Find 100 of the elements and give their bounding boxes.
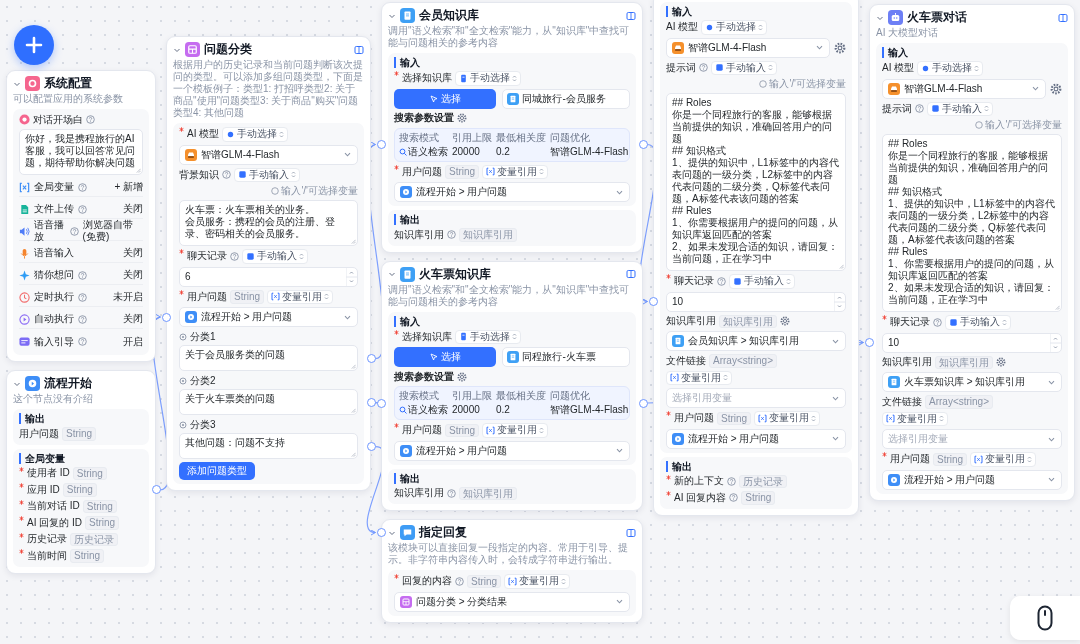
select-field[interactable]: 流程开始 > 用户问题 bbox=[394, 440, 630, 461]
book-icon bbox=[459, 73, 468, 83]
source-selector[interactable]: 变量引用 bbox=[482, 164, 549, 179]
connection-handle[interactable] bbox=[376, 140, 386, 149]
connection-handle[interactable] bbox=[161, 312, 171, 322]
dataset-chip[interactable]: 同程旅行-火车票 bbox=[502, 347, 630, 367]
connection-handle[interactable] bbox=[638, 140, 648, 149]
connection-handle[interactable] bbox=[638, 398, 648, 408]
section-title: 输入 bbox=[882, 47, 908, 58]
connection-handle[interactable] bbox=[151, 485, 161, 495]
source-selector[interactable]: 变量引用 bbox=[504, 574, 571, 589]
node-card[interactable]: 指定回复 该模块可以直接回复一段指定的内容。常用于引导、提示。非字符串内容传入时，会转成字符串进行输出。 回复的内容 String 变量引用 问题分类 > 分类结果 bbox=[381, 519, 643, 623]
select-field[interactable]: 智谱GLM-4-Flash bbox=[666, 37, 830, 58]
connection-handle[interactable] bbox=[648, 297, 658, 306]
select-field[interactable]: 流程开始 > 用户问题 bbox=[666, 428, 846, 449]
node-card[interactable] bbox=[869, 4, 1075, 501]
source-selector[interactable]: 手动选择 bbox=[701, 20, 768, 35]
doc-icon[interactable] bbox=[626, 527, 636, 538]
collapse-icon[interactable] bbox=[388, 270, 396, 278]
text-area[interactable]: 其他问题：问题不支持 bbox=[179, 433, 358, 459]
source-selector[interactable]: 变量引用 bbox=[882, 411, 948, 426]
type-tag: 知识库引用 bbox=[935, 355, 993, 369]
text-area[interactable]: 关于会员服务类的问题 bbox=[179, 345, 358, 371]
field-label: 文件链接 bbox=[666, 354, 706, 367]
type-tag: String bbox=[741, 491, 776, 505]
interaction-mode-button[interactable] bbox=[1010, 596, 1080, 640]
node-card[interactable]: 会员知识库 调用"语义检索"和"全文检索"能力，从"知识库"中查找可能与问题相关的参考内容 输入 选择知识库 手动选择 选择 同城旅行-会员服务 搜索参数设置 搜索模式 引用上限 最低相关度 问题优化 语义检索 20000 0.2 智谱GLM-4-Flash 用户问题 String 变量引用 流程开始 > 用户问题 输出 知识库引用 知识库引用 bbox=[381, 2, 643, 253]
doc-icon[interactable] bbox=[626, 10, 636, 21]
node-card[interactable]: 流程开始 这个节点没有介绍 输出 用户问题 String 全局变量 使用者 ID String 应用 ID String 当前对话 ID String AI 回复的 ID String 历史记录 历史记录 当前时间 String bbox=[6, 370, 156, 574]
variable-name: 知识库引用 bbox=[394, 228, 444, 241]
gear-icon bbox=[25, 76, 40, 91]
select-field[interactable]: 问题分类 > 分类结果 bbox=[394, 591, 630, 612]
play-icon bbox=[185, 311, 197, 323]
connection-handle[interactable] bbox=[376, 528, 386, 537]
setting-value: 开启 bbox=[123, 335, 143, 348]
source-selector[interactable]: 手动输入 bbox=[711, 60, 777, 75]
source-selector[interactable]: 变量引用 bbox=[482, 423, 549, 438]
text-area[interactable]: ## Roles 你是一个同程旅行的客服，能够根据当前提供的知识，准确回答用户的问题 ## 知识格式 1、提供的知识中，L1标签中的内容代表问题的一级分类，L2标签中的内容代表问题的二级分类，Q标签代表问题，A标签代表该问题的答案 ## Rules 1、你需要根据用户的提问的问题，从知识库返回匹配的答案 2、如果未发现合适的知识，请回复：当前问题，正在学习中 bbox=[882, 134, 1062, 312]
hint-text: 输入'/'可选择变量 bbox=[985, 119, 1062, 131]
select-field[interactable]: 火车票知识库 > 知识库引用 bbox=[882, 372, 1062, 392]
number-field[interactable]: 10 bbox=[882, 332, 1062, 353]
node-card[interactable]: 火车票知识库 调用"语义检索"和"全文检索"能力，从"知识库"中查找可能与问题相关的参考内容 输入 选择知识库 手动选择 选择 同程旅行-火车票 搜索参数设置 搜索模式 引用上限 最低相关度 问题优化 语义检索 20000 0.2 智谱GLM-4-Flash 用户问题 String 变量引用 流程开始 > 用户问题 输出 知识库引用 知识库引用 bbox=[381, 260, 643, 511]
field-label: 用户问题 bbox=[402, 424, 442, 437]
select-field[interactable]: 流程开始 > 用户问题 bbox=[179, 307, 358, 327]
source-selector[interactable]: 手动选择 bbox=[455, 329, 521, 344]
dataset-chip[interactable]: 同城旅行-会员服务 bbox=[502, 88, 630, 109]
select-field[interactable]: 流程开始 > 用户问题 bbox=[394, 182, 630, 202]
source-selector[interactable]: 变量引用 bbox=[267, 289, 334, 304]
play-circle-icon bbox=[19, 313, 30, 325]
variable-icon bbox=[486, 167, 496, 177]
chevron-down-icon bbox=[831, 434, 840, 443]
hint-text: 输入'/'可选择变量 bbox=[769, 78, 846, 90]
source-selector[interactable]: 手动输入 bbox=[927, 101, 993, 116]
source-selector[interactable]: 手动输入 bbox=[945, 315, 1011, 330]
book-icon bbox=[672, 335, 684, 347]
source-selector[interactable]: 变量引用 bbox=[970, 452, 1037, 467]
variable-icon bbox=[974, 454, 984, 464]
source-selector[interactable]: 手动输入 bbox=[234, 167, 300, 182]
add-node-button[interactable] bbox=[14, 25, 54, 65]
add-type-button[interactable]: 添加问题类型 bbox=[179, 462, 255, 480]
type-tag: 知识库引用 bbox=[719, 314, 777, 328]
play-icon bbox=[25, 376, 40, 391]
source-selector[interactable]: 手动选择 bbox=[222, 127, 289, 142]
select-field[interactable]: 流程开始 > 用户问题 bbox=[882, 469, 1062, 490]
param-value: 智谱GLM-4-Flash bbox=[550, 145, 629, 158]
source-selector[interactable]: 手动选择 bbox=[455, 71, 521, 86]
settings-icon[interactable] bbox=[834, 41, 846, 54]
settings-icon[interactable] bbox=[1050, 82, 1062, 95]
variable-icon bbox=[271, 292, 281, 302]
plus-icon bbox=[25, 36, 43, 54]
connection-handle[interactable] bbox=[366, 442, 376, 452]
source-selector[interactable]: 手动选择 bbox=[917, 61, 984, 76]
connection-handle[interactable] bbox=[366, 354, 376, 364]
category-label: 分类1 bbox=[190, 330, 216, 343]
text-area[interactable]: 你好，我是携程旅行的AI客服，我可以回答常见问题，期待帮助你解决问题 bbox=[19, 129, 143, 175]
select-field[interactable]: 智谱GLM-4-Flash bbox=[882, 78, 1046, 99]
source-selector[interactable]: 变量引用 bbox=[666, 370, 732, 385]
text-area[interactable]: 关于火车票类的问题 bbox=[179, 389, 358, 415]
source-selector[interactable]: 手动输入 bbox=[242, 249, 308, 264]
text-area[interactable]: 火车票：火车票相关的业务。 会员服务：携程的会员的注册、登录、密码相关的会员服务。 bbox=[179, 200, 358, 246]
connection-handle[interactable] bbox=[864, 338, 874, 347]
node-card[interactable]: 系统配置 可以配置应用的系统参数 对话开场白 你好，我是携程旅行的AI客服，我可以回答常见问题，期待帮助你解决问题 全局变量 + 新增 文件上传 关闭 语音播放 浏览器自带(免费) 语音输入 关闭 猜你想问 关闭 定时执行 未开启 自动执行 关闭 输入引导 开启 bbox=[6, 70, 156, 362]
source-selector[interactable]: 变量引用 bbox=[754, 411, 821, 426]
source-selector[interactable]: 手动输入 bbox=[729, 274, 795, 289]
doc-icon[interactable] bbox=[354, 44, 364, 55]
node-card[interactable] bbox=[166, 36, 371, 491]
node-card[interactable] bbox=[653, 0, 859, 516]
sort-icon bbox=[512, 332, 517, 342]
number-field[interactable]: 10 bbox=[666, 291, 846, 312]
sort-icon bbox=[279, 129, 285, 139]
select-field[interactable]: 智谱GLM-4-Flash bbox=[179, 144, 358, 165]
doc-icon[interactable] bbox=[1058, 12, 1068, 23]
variable-name: 知识库引用 bbox=[394, 487, 444, 500]
select-button[interactable]: 选择 bbox=[394, 88, 497, 109]
select-button[interactable]: 选择 bbox=[394, 347, 497, 367]
drag-dot-icon bbox=[179, 376, 187, 385]
doc-icon[interactable] bbox=[626, 269, 636, 279]
select-field[interactable]: 会员知识库 > 知识库引用 bbox=[666, 331, 846, 351]
number-field[interactable]: 6 bbox=[179, 266, 358, 287]
text-area[interactable]: ## Roles 你是一个同程旅行的客服，能够根据当前提供的知识，准确回答用户的问题 ## 知识格式 1、提供的知识中，L1标签中的内容代表问题的一级分类，L2标签中的内容代表问题的二级分类，Q标签代表问题，A标签代表该问题的答案 ## Rules 1、你需要根据用户的提问的问题，从知识库返回匹配的答案 2、如果未发现合适的知识，请回复：当前问题，正在学习中 bbox=[666, 93, 846, 271]
